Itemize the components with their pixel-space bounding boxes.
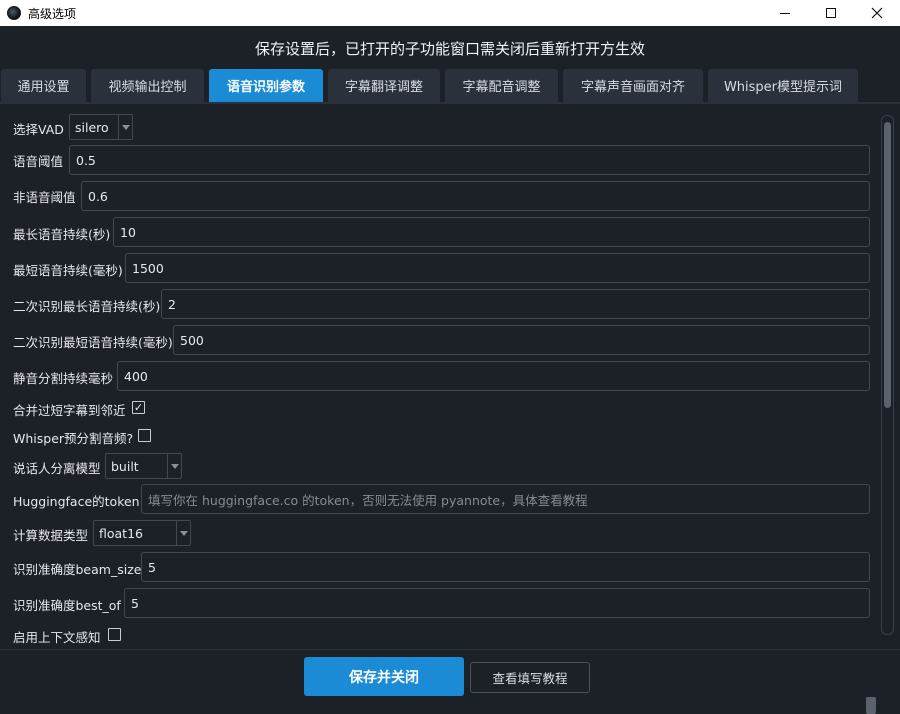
- minimize-icon: [780, 12, 790, 14]
- second-max-speech-input[interactable]: 2: [161, 289, 870, 319]
- scrollbar-thumb[interactable]: [884, 122, 891, 408]
- nonspeech-threshold-input[interactable]: 0.6: [81, 181, 870, 211]
- speech-threshold-label: 语音阈值: [13, 154, 64, 169]
- maximize-icon: [826, 8, 836, 18]
- tab-subtitle-av-align[interactable]: 字幕声音画面对齐: [563, 69, 703, 102]
- hf-token-input[interactable]: 填写你在 huggingface.co 的token，否则无法使用 pyanno…: [141, 484, 870, 514]
- context-aware-label: 启用上下文感知: [13, 630, 101, 645]
- max-speech-label: 最长语音持续(秒): [13, 227, 111, 242]
- settings-panel: 选择VAD silero 语音阈值 0.5 非语音阈值 0.6 最长语音持续(秒…: [0, 104, 900, 650]
- beam-size-label: 识别准确度beam_size: [13, 562, 142, 577]
- diarization-label: 说话人分离模型: [13, 461, 101, 476]
- close-icon: [871, 7, 883, 19]
- context-aware-checkbox[interactable]: [108, 628, 121, 641]
- diarization-select-value: built: [111, 458, 139, 474]
- tab-subtitle-translation[interactable]: 字幕翻译调整: [328, 69, 440, 102]
- tab-general[interactable]: 通用设置: [1, 69, 86, 102]
- merge-short-checkbox[interactable]: ✓: [132, 401, 145, 414]
- view-tutorial-button[interactable]: 查看填写教程: [470, 662, 590, 693]
- app-logo-icon: [7, 6, 21, 20]
- second-max-speech-label: 二次识别最长语音持续(秒): [13, 299, 161, 314]
- tab-whisper-prompt[interactable]: Whisper模型提示词: [708, 69, 858, 102]
- second-min-speech-input[interactable]: 500: [173, 325, 870, 355]
- merge-short-label: 合并过短字幕到邻近: [13, 403, 126, 418]
- vad-select[interactable]: silero: [69, 114, 133, 140]
- window-titlebar: 高级选项: [0, 0, 900, 26]
- vad-select-value: silero: [75, 119, 109, 135]
- second-min-speech-label: 二次识别最短语音持续(毫秒): [13, 335, 173, 350]
- chevron-down-icon: [167, 454, 181, 478]
- minimize-button[interactable]: [762, 0, 808, 26]
- silence-split-label: 静音分割持续毫秒: [13, 371, 114, 386]
- chevron-down-icon: [118, 115, 132, 139]
- whisper-presplit-label: Whisper预分割音频?: [13, 431, 134, 446]
- tab-subtitle-dubbing[interactable]: 字幕配音调整: [445, 69, 558, 102]
- check-icon: ✓: [133, 401, 144, 414]
- tab-video-output[interactable]: 视频输出控制: [91, 69, 204, 102]
- beam-size-input[interactable]: 5: [141, 552, 870, 582]
- window-title: 高级选项: [28, 6, 77, 21]
- window-controls: [762, 0, 900, 26]
- save-and-close-button[interactable]: 保存并关闭: [304, 657, 464, 696]
- silence-split-input[interactable]: 400: [117, 361, 870, 391]
- tab-speech-recognition[interactable]: 语音识别参数: [209, 69, 323, 102]
- chevron-down-icon: [176, 521, 190, 545]
- diarization-select[interactable]: built: [105, 453, 182, 479]
- compute-type-select[interactable]: float16: [93, 520, 191, 546]
- vad-label: 选择VAD: [13, 122, 64, 137]
- compute-type-select-value: float16: [99, 525, 143, 541]
- best-of-input[interactable]: 5: [124, 588, 870, 618]
- compute-type-label: 计算数据类型: [13, 528, 89, 543]
- max-speech-input[interactable]: 10: [113, 217, 870, 247]
- nonspeech-threshold-label: 非语音阈值: [13, 190, 76, 205]
- min-speech-label: 最短语音持续(毫秒): [13, 263, 123, 278]
- close-button[interactable]: [854, 0, 900, 26]
- tab-bar: 通用设置 视频输出控制 语音识别参数 字幕翻译调整 字幕配音调整 字幕声音画面对…: [0, 69, 900, 102]
- speech-threshold-input[interactable]: 0.5: [69, 145, 870, 175]
- whisper-presplit-checkbox[interactable]: [138, 429, 151, 442]
- restart-notice: 保存设置后，已打开的子功能窗口需关闭后重新打开方生效: [0, 26, 900, 70]
- hf-token-label: Huggingface的token: [13, 494, 140, 509]
- min-speech-input[interactable]: 1500: [125, 253, 870, 283]
- panel-scrollbar[interactable]: [881, 115, 894, 635]
- outer-scrollbar-thumb[interactable]: [866, 697, 876, 714]
- best-of-label: 识别准确度best_of: [13, 598, 121, 613]
- maximize-button[interactable]: [808, 0, 854, 26]
